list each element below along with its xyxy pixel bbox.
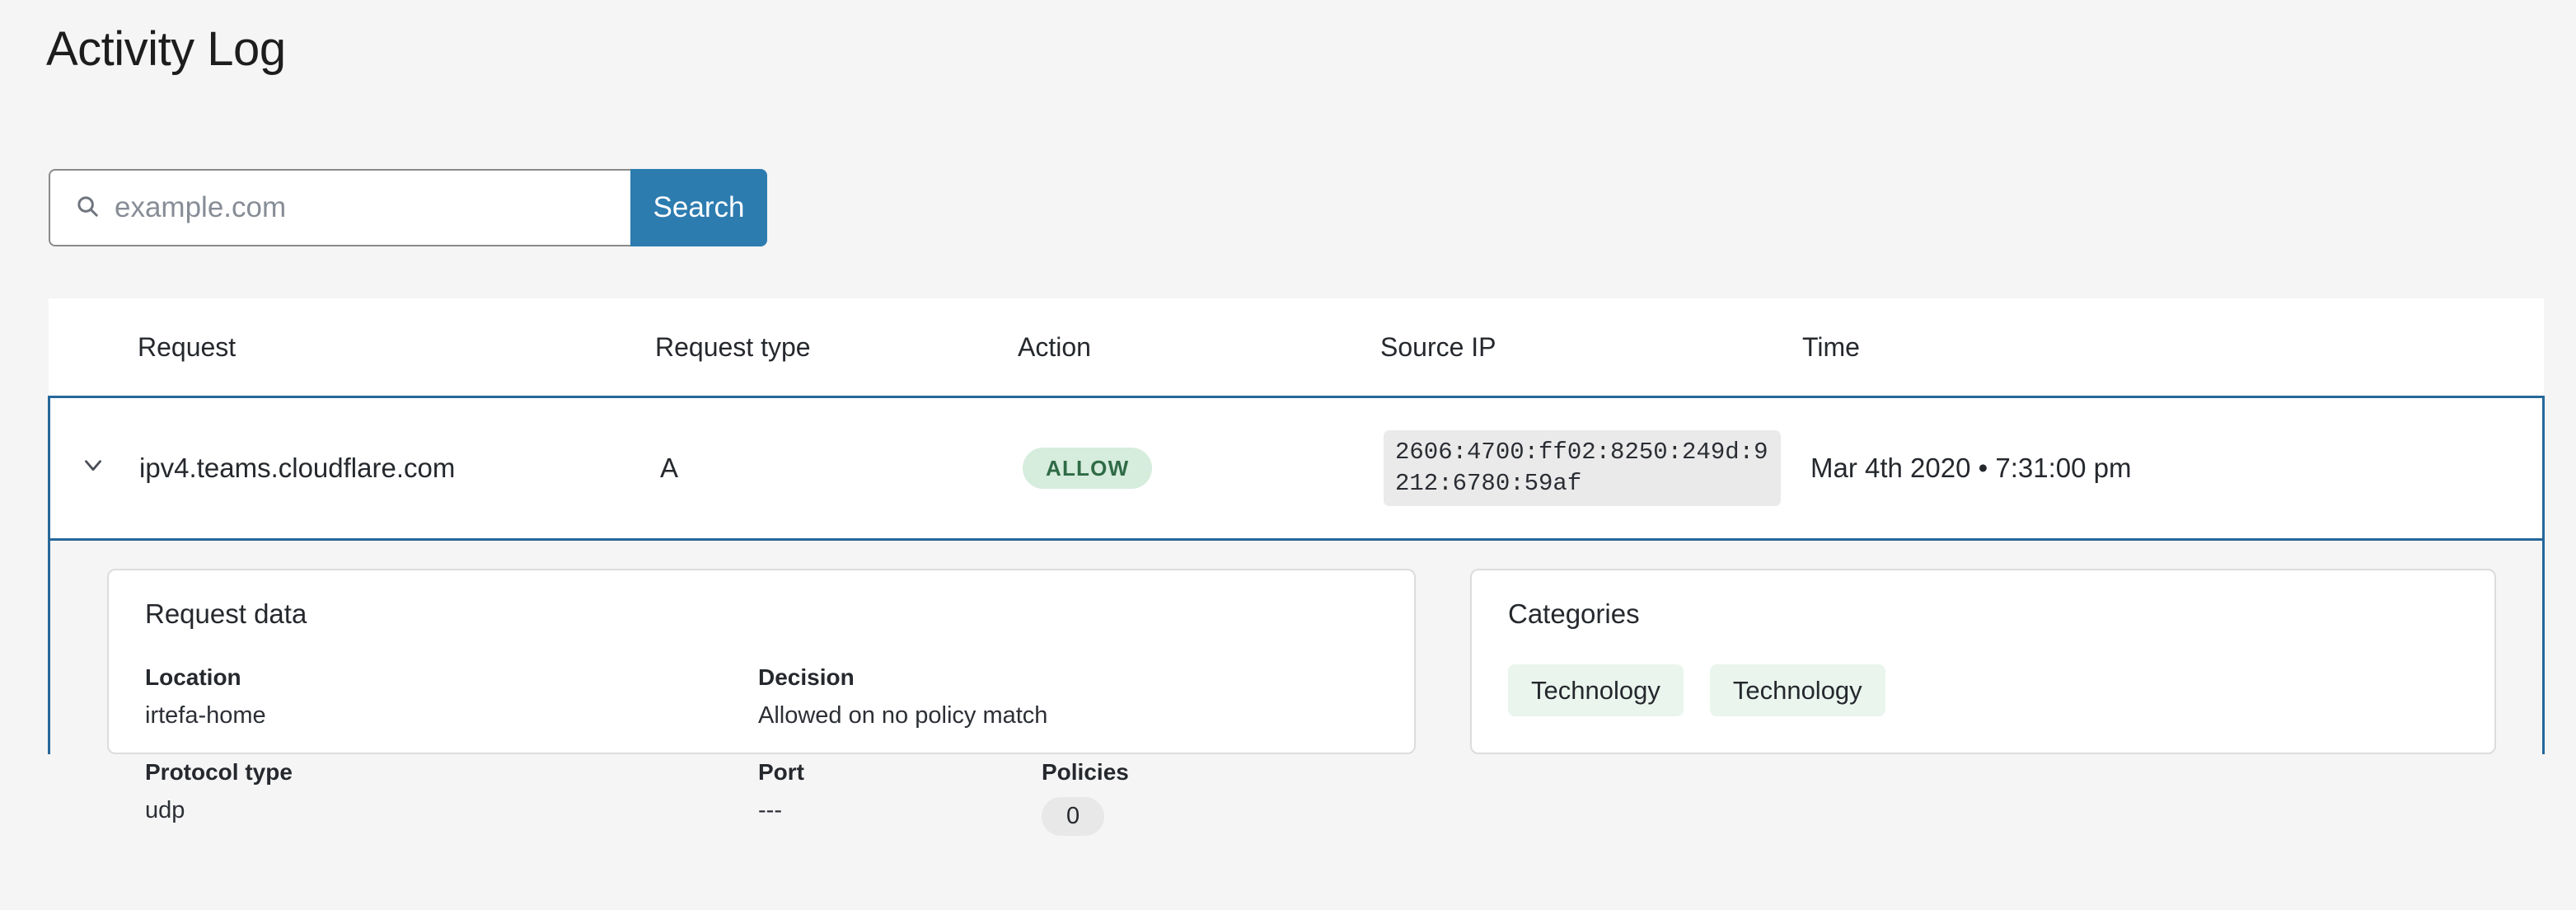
cell-source-ip: 2606:4700:ff02:8250:249d:9212:6780:59af	[1382, 429, 1804, 507]
field-port-label: Port	[758, 759, 804, 785]
activity-log-page: Activity Log Search Request Request type…	[0, 0, 2576, 910]
field-protocol-type-value: udp	[145, 797, 185, 823]
row-expand-toggle[interactable]	[50, 451, 136, 485]
cell-time: Mar 4th 2020 • 7:31:00 pm	[1810, 453, 2132, 483]
search-button[interactable]: Search	[630, 169, 767, 246]
categories-card: Categories Technology Technology	[1470, 569, 2496, 754]
field-location-label: Location	[145, 664, 241, 690]
source-ip-value: 2606:4700:ff02:8250:249d:9212:6780:59af	[1384, 429, 1781, 507]
search-input[interactable]	[115, 187, 630, 228]
row-detail-panel: Request data Location irtefa-home Decisi…	[48, 541, 2545, 836]
chevron-down-icon	[79, 451, 107, 485]
page-title: Activity Log	[46, 22, 286, 76]
cell-action: ALLOW	[1019, 448, 1382, 489]
search-bar: Search	[49, 169, 767, 246]
category-chip: Technology	[1709, 664, 1885, 716]
table-header-row: Request Request type Action Source IP Ti…	[49, 298, 2544, 396]
categories-list: Technology Technology	[1508, 664, 2458, 716]
field-protocol-type-label: Protocol type	[145, 759, 293, 785]
request-data-card: Request data Location irtefa-home Decisi…	[107, 569, 1416, 836]
field-port: Port ---	[758, 759, 1042, 836]
search-field[interactable]	[49, 169, 630, 246]
categories-title: Categories	[1508, 598, 1640, 629]
column-header-source-ip: Source IP	[1380, 331, 1496, 362]
field-location-value: irtefa-home	[145, 702, 266, 729]
status-badge: ALLOW	[1023, 448, 1153, 489]
cell-request-type: A	[660, 453, 679, 483]
request-data-title: Request data	[145, 598, 307, 629]
cell-request: ipv4.teams.cloudflare.com	[139, 453, 456, 483]
field-policies: Policies 0	[1042, 759, 1378, 836]
field-decision-label: Decision	[758, 664, 855, 690]
category-chip: Technology	[1508, 664, 1684, 716]
search-icon	[75, 194, 100, 223]
field-port-value: ---	[758, 797, 782, 823]
request-data-row-1: Location irtefa-home Decision Allowed on…	[145, 664, 1378, 729]
column-header-time: Time	[1802, 331, 1860, 362]
policies-count-badge: 0	[1042, 797, 1105, 836]
column-header-action: Action	[1018, 331, 1091, 362]
field-decision: Decision Allowed on no policy match	[758, 664, 1378, 729]
field-policies-label: Policies	[1042, 759, 1129, 785]
request-data-row-2: Protocol type udp Port --- Policies 0	[145, 759, 1378, 836]
column-header-request-type: Request type	[655, 331, 811, 362]
field-decision-value: Allowed on no policy match	[758, 702, 1048, 729]
table-row[interactable]: ipv4.teams.cloudflare.com A ALLOW 2606:4…	[48, 396, 2545, 541]
field-location: Location irtefa-home	[145, 664, 758, 729]
column-header-request: Request	[138, 331, 237, 362]
field-protocol-type: Protocol type udp	[145, 759, 758, 836]
activity-table: Request Request type Action Source IP Ti…	[48, 298, 2545, 836]
